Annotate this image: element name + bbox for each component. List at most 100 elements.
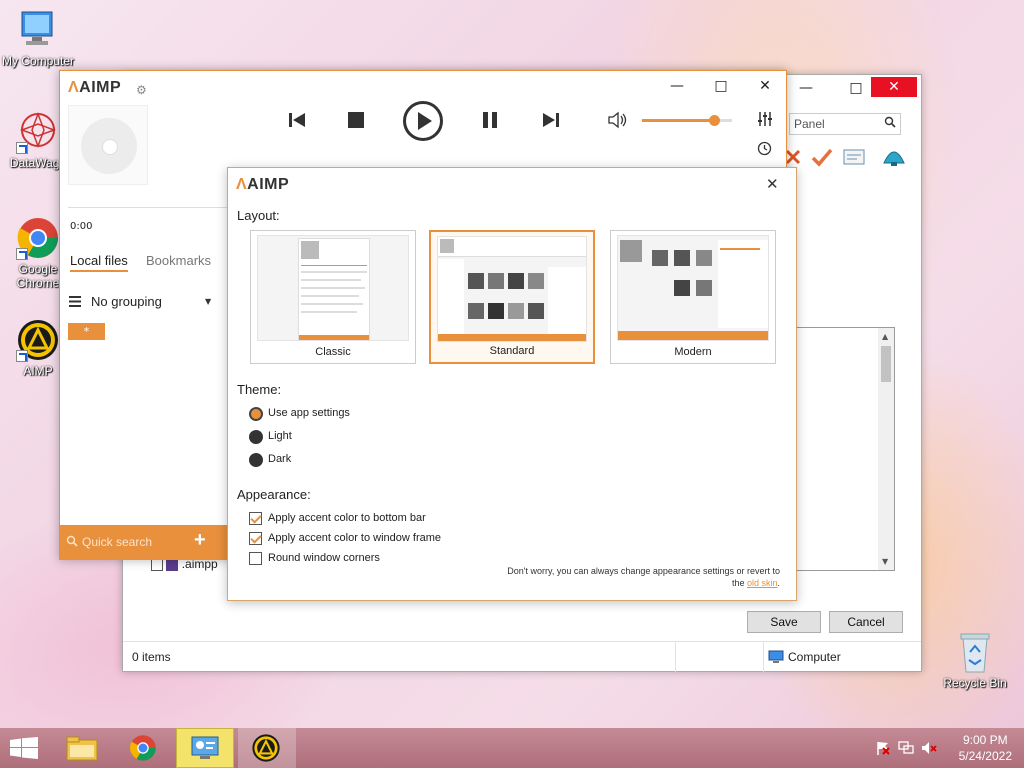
scroll-up-icon[interactable]: ▲ bbox=[882, 332, 888, 341]
layout-name-standard: Standard bbox=[489, 345, 535, 357]
status-location: Computer bbox=[788, 650, 841, 664]
playlist-file-icon bbox=[166, 558, 179, 571]
volume-muted-icon[interactable] bbox=[921, 741, 937, 758]
volume-slider[interactable] bbox=[642, 115, 732, 126]
disc-icon bbox=[81, 118, 137, 174]
shortcut-arrow-icon bbox=[16, 248, 28, 260]
revert-note-suffix: . bbox=[777, 578, 780, 588]
chevron-down-icon[interactable]: ▼ bbox=[205, 297, 211, 306]
taskbar-chrome[interactable] bbox=[116, 728, 174, 768]
grouping-label[interactable]: No grouping bbox=[91, 294, 162, 309]
tab-bookmarks[interactable]: Bookmarks bbox=[146, 253, 211, 268]
volume-fill bbox=[642, 119, 714, 122]
appearance-dialog: ΛAIMP ✕ Layout: Classic Standard Modern … bbox=[227, 167, 797, 601]
network-icon[interactable] bbox=[898, 741, 914, 758]
next-icon[interactable] bbox=[542, 111, 560, 132]
aimp-icon bbox=[16, 318, 60, 362]
layout-preview-classic bbox=[257, 235, 409, 341]
layout-name-modern: Modern bbox=[674, 346, 712, 358]
theme-option-label: Use app settings bbox=[268, 407, 350, 419]
quick-search-placeholder: Quick search bbox=[82, 535, 153, 549]
cancel-button[interactable]: Cancel bbox=[829, 611, 903, 633]
clock-date: 5/24/2022 bbox=[958, 749, 1012, 763]
group-tag[interactable]: * bbox=[68, 323, 105, 340]
elapsed-time: 0:00 bbox=[70, 221, 93, 232]
close-button[interactable]: ✕ bbox=[871, 77, 917, 97]
play-icon[interactable] bbox=[402, 100, 444, 145]
theme-option-label: Light bbox=[268, 430, 292, 442]
card-icon[interactable] bbox=[843, 149, 865, 168]
option-label: Apply accent color to bottom bar bbox=[268, 512, 426, 524]
layout-card-standard[interactable]: Standard bbox=[429, 230, 595, 364]
shell-icon[interactable] bbox=[882, 145, 906, 170]
volume-knob[interactable] bbox=[709, 115, 720, 126]
stop-icon[interactable] bbox=[348, 112, 364, 131]
option-label: Round window corners bbox=[268, 552, 380, 564]
start-button[interactable] bbox=[0, 728, 50, 768]
revert-note: Don't worry, you can always change appea… bbox=[507, 565, 780, 589]
close-button[interactable]: ✕ bbox=[742, 73, 788, 99]
shortcut-arrow-icon bbox=[16, 350, 28, 362]
status-divider bbox=[763, 642, 764, 672]
seek-bar[interactable] bbox=[68, 207, 228, 208]
taskbar-control-panel[interactable] bbox=[176, 728, 234, 768]
theme-option-label: Dark bbox=[268, 453, 292, 465]
status-bar: 0 items Computer bbox=[123, 641, 921, 672]
computer-small-icon bbox=[768, 650, 784, 667]
layout-card-modern[interactable]: Modern bbox=[610, 230, 776, 364]
scroll-thumb[interactable] bbox=[881, 346, 891, 382]
clock-icon[interactable] bbox=[757, 141, 772, 159]
aimp-logo: ΛAIMP bbox=[236, 176, 290, 193]
menu-icon[interactable] bbox=[69, 296, 81, 310]
quick-search-bar[interactable]: Quick search + bbox=[60, 525, 230, 559]
appearance-title: Appearance: bbox=[237, 487, 311, 502]
gear-icon[interactable]: ⚙ bbox=[136, 83, 147, 97]
checkmark-icon[interactable] bbox=[811, 147, 833, 170]
checkbox-checked[interactable] bbox=[249, 512, 262, 525]
save-button[interactable]: Save bbox=[747, 611, 821, 633]
action-center-flag-icon[interactable] bbox=[876, 741, 890, 758]
minimize-button[interactable]: — bbox=[783, 75, 829, 101]
datawago-icon bbox=[16, 110, 60, 154]
layout-card-classic[interactable]: Classic bbox=[250, 230, 416, 364]
theme-title: Theme: bbox=[237, 382, 282, 397]
desktop-icon-label: Recycle Bin bbox=[943, 676, 1007, 690]
status-divider bbox=[675, 642, 676, 672]
add-icon[interactable]: + bbox=[194, 529, 206, 552]
speaker-icon[interactable] bbox=[608, 111, 628, 132]
delete-icon[interactable] bbox=[785, 149, 801, 168]
taskbar: 9:00 PM 5/24/2022 bbox=[0, 728, 1024, 768]
equalizer-icon[interactable] bbox=[757, 111, 773, 130]
clock-time: 9:00 PM bbox=[962, 733, 1008, 747]
maximize-button[interactable]: □ bbox=[698, 73, 744, 99]
status-item-count: 0 items bbox=[132, 650, 171, 664]
desktop-icon-my-computer[interactable]: My Computer bbox=[0, 8, 76, 68]
search-input[interactable]: Panel bbox=[789, 113, 901, 135]
previous-icon[interactable] bbox=[288, 111, 306, 132]
recycle-bin-icon bbox=[953, 630, 997, 674]
checkbox-unchecked[interactable] bbox=[249, 552, 262, 565]
scroll-down-icon[interactable]: ▼ bbox=[882, 557, 888, 566]
taskbar-file-explorer[interactable] bbox=[54, 728, 112, 768]
layout-preview-standard bbox=[437, 236, 587, 342]
tab-local-files[interactable]: Local files bbox=[70, 253, 128, 272]
desktop-icon-label: My Computer bbox=[1, 54, 75, 68]
desktop-icon-recycle-bin[interactable]: Recycle Bin bbox=[937, 630, 1013, 690]
pause-icon[interactable] bbox=[482, 112, 498, 131]
checkbox-checked[interactable] bbox=[249, 532, 262, 545]
search-placeholder: Panel bbox=[794, 117, 825, 131]
close-icon[interactable]: ✕ bbox=[766, 175, 779, 193]
revert-note-line1: Don't worry, you can always change appea… bbox=[507, 566, 780, 576]
file-checkbox[interactable] bbox=[151, 558, 163, 571]
minimize-button[interactable]: — bbox=[654, 73, 700, 99]
radio-icon bbox=[249, 453, 263, 467]
taskbar-clock[interactable]: 9:00 PM 5/24/2022 bbox=[959, 732, 1012, 764]
vertical-scrollbar[interactable]: ▲ ▼ bbox=[878, 328, 894, 570]
file-list-pane[interactable]: ▲ ▼ bbox=[791, 327, 895, 571]
old-skin-link[interactable]: old skin bbox=[747, 578, 778, 588]
layout-name-classic: Classic bbox=[315, 346, 351, 358]
option-label: Apply accent color to window frame bbox=[268, 532, 442, 544]
layout-preview-modern bbox=[617, 235, 769, 341]
taskbar-aimp[interactable] bbox=[238, 728, 296, 768]
chrome-icon bbox=[16, 216, 60, 260]
